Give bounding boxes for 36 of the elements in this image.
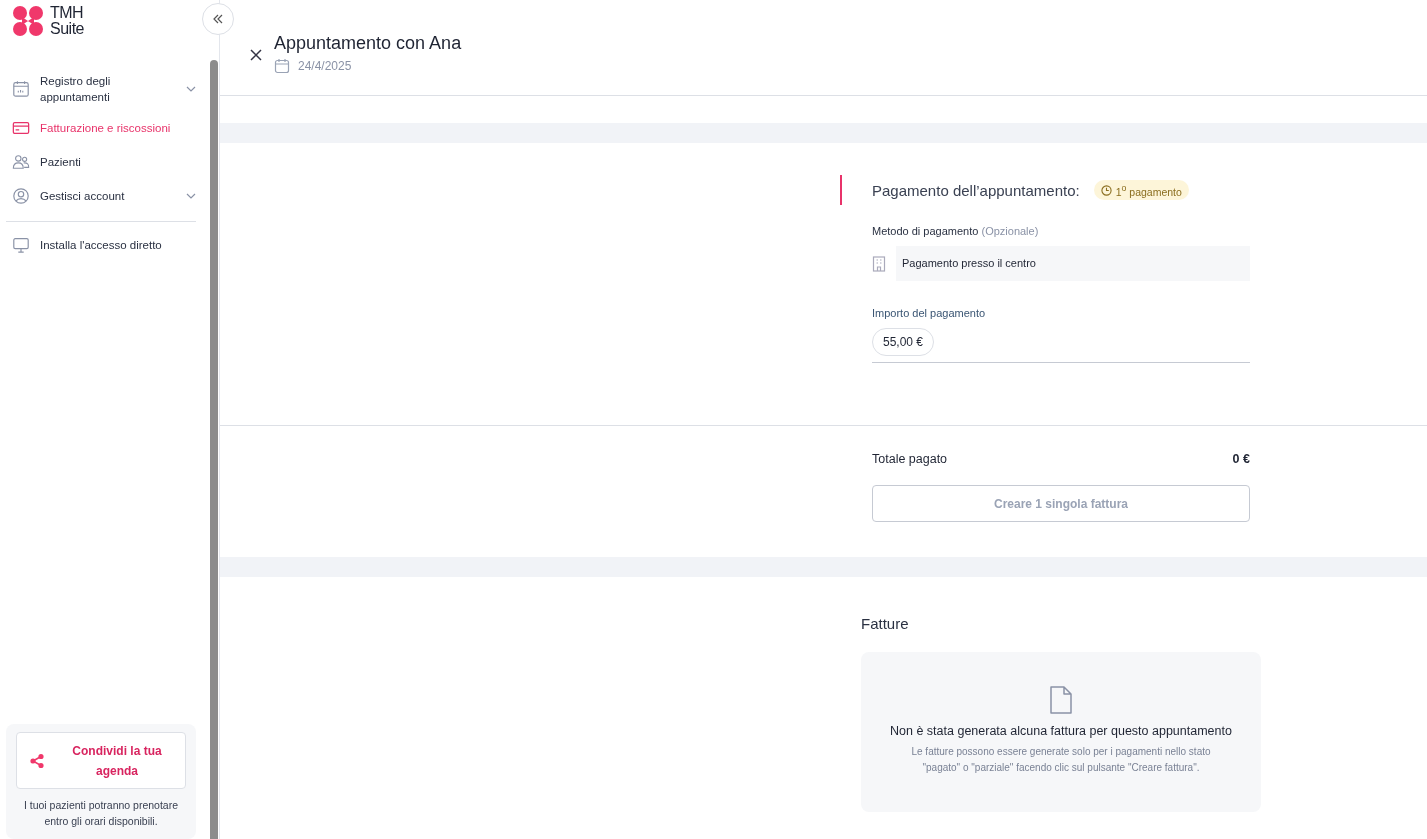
share-icon <box>29 752 45 769</box>
empty-state-title: Non è stata generata alcuna fattura per questo appuntamento <box>890 724 1232 738</box>
page-title: Appuntamento con Ana <box>274 32 462 54</box>
sidebar-item[interactable]: Fatturazione e riscossioni <box>12 111 196 145</box>
logo-icon <box>12 5 44 37</box>
sidebar-item[interactable]: Installa l'accesso diretto <box>12 228 196 262</box>
share-agenda-button[interactable]: Condividi la tua agenda <box>16 732 186 789</box>
sidebar-item[interactable]: Registro degli appuntamenti <box>12 67 196 111</box>
logo-text: TMH <box>50 5 84 21</box>
scrollbar-thumb[interactable] <box>210 60 218 839</box>
empty-state-text: Le fatture possono essere generate solo per i pagamenti nello stato "pagato" o "parziale" facendo clic sul pulsante "Creare fattura". <box>910 745 1212 775</box>
field-label: Importo del pagamento <box>872 307 987 319</box>
share-note: I tuoi pazienti potranno prenotare entro gli orari disponibili. <box>22 798 180 829</box>
calendar-icon <box>274 58 290 74</box>
credit-card-icon <box>12 119 30 137</box>
document-icon <box>1050 686 1072 714</box>
close-icon[interactable] <box>250 49 262 61</box>
payment-method-field[interactable]: Pagamento presso il centro <box>896 246 1250 281</box>
sidebar-item[interactable]: Pazienti <box>12 145 196 179</box>
field-label: Metodo di pagamento <box>872 225 979 237</box>
calendar-icon <box>12 80 30 98</box>
appointment-date: 24/4/2025 <box>298 59 352 73</box>
double-chevron-left-icon <box>212 13 224 25</box>
people-icon <box>12 153 30 171</box>
total-label: Totale pagato <box>872 452 948 466</box>
total-value: 0 € <box>1232 452 1250 466</box>
building-icon <box>872 255 886 272</box>
user-icon <box>12 187 30 205</box>
sidebar-item[interactable]: Gestisci account <box>12 179 196 213</box>
status-badge: 1$^{o}$ pagamento <box>1093 179 1189 201</box>
logo-text: Suite <box>50 21 84 37</box>
monitor-icon <box>12 236 30 254</box>
section-title: Pagamento dell’appuntamento: <box>872 181 1080 199</box>
collapse-sidebar-button[interactable] <box>202 3 234 35</box>
section-title: Fatture <box>861 615 910 632</box>
field-hint: (Opzionale) <box>981 225 1039 237</box>
